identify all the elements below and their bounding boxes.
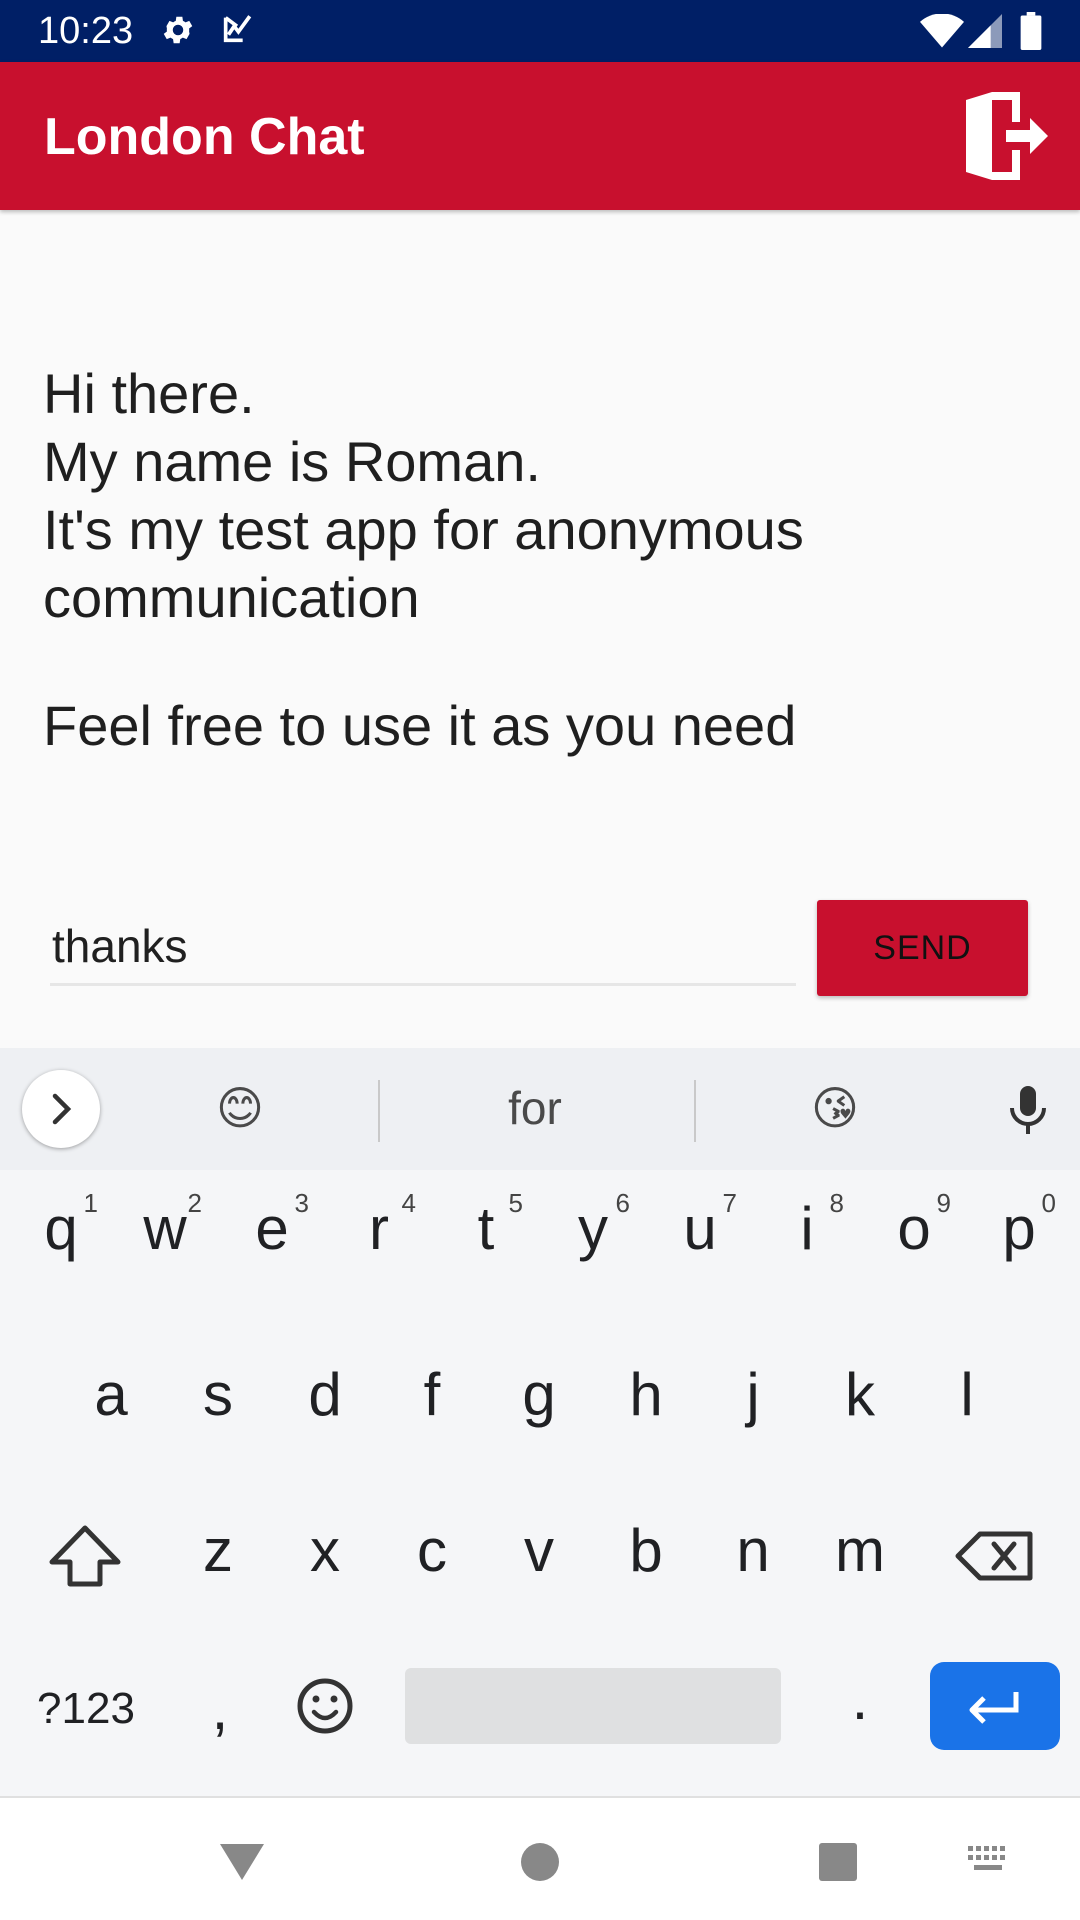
send-button[interactable]: SEND: [817, 900, 1028, 996]
message-line: It's my test app for anonymous: [43, 498, 804, 561]
backspace-icon: [955, 1531, 1033, 1581]
suggestion-strip: 😊 for 😘: [0, 1048, 1080, 1170]
app-title: London Chat: [44, 108, 365, 166]
key-f[interactable]: f: [389, 1360, 475, 1440]
return-icon: [969, 1692, 1019, 1724]
key-j[interactable]: j: [710, 1360, 796, 1440]
screen: 10:23 London Chat Hi there. My name is R…: [0, 0, 1080, 1920]
enter-key[interactable]: [930, 1662, 1060, 1750]
app-bar: London Chat: [0, 62, 1080, 210]
key-q[interactable]: 1q: [18, 1188, 104, 1294]
suggestion-emoji-smile[interactable]: 😊: [180, 1078, 300, 1138]
backspace-key[interactable]: [950, 1514, 1040, 1598]
key-a[interactable]: a: [68, 1360, 154, 1440]
comma-key[interactable]: ,: [190, 1674, 250, 1744]
suggestion-divider: [694, 1080, 696, 1142]
home-icon[interactable]: [518, 1840, 562, 1889]
key-w[interactable]: 2w: [122, 1188, 208, 1294]
space-key[interactable]: [405, 1668, 781, 1744]
key-v[interactable]: v: [496, 1516, 582, 1596]
key-g[interactable]: g: [496, 1360, 582, 1440]
checkbox-icon: [220, 12, 254, 51]
key-u[interactable]: 7u: [657, 1188, 743, 1294]
wifi-icon: [920, 13, 964, 53]
back-icon[interactable]: [216, 1840, 268, 1889]
logout-icon: [966, 92, 1048, 180]
signal-icon: [968, 14, 1002, 53]
key-h[interactable]: h: [603, 1360, 689, 1440]
shift-key[interactable]: [40, 1514, 130, 1598]
battery-icon: [1020, 12, 1042, 55]
key-m[interactable]: m: [817, 1516, 903, 1596]
keyboard-switch-icon[interactable]: [966, 1844, 1010, 1883]
expand-toolbar-button[interactable]: [22, 1070, 100, 1148]
status-bar: 10:23: [0, 0, 1080, 62]
key-p[interactable]: 0p: [976, 1188, 1062, 1294]
message-line: Hi there.: [43, 362, 255, 425]
suggestion-emoji-kiss[interactable]: 😘: [775, 1078, 895, 1138]
key-n[interactable]: n: [710, 1516, 796, 1596]
system-nav-bar: [0, 1796, 1080, 1920]
key-e[interactable]: 3e: [229, 1188, 315, 1294]
key-x[interactable]: x: [282, 1516, 368, 1596]
message-line: Feel free to use it as you need: [43, 694, 797, 757]
key-k[interactable]: k: [817, 1360, 903, 1440]
key-r[interactable]: 4r: [336, 1188, 422, 1294]
shift-icon: [49, 1525, 121, 1587]
microphone-icon[interactable]: [1004, 1084, 1052, 1141]
emoji-key[interactable]: [290, 1668, 360, 1744]
suggestion-divider: [378, 1080, 380, 1142]
status-time: 10:23: [38, 10, 134, 52]
logout-button[interactable]: [962, 90, 1050, 182]
key-i[interactable]: 8i: [764, 1188, 850, 1294]
message-line: communication: [43, 566, 420, 629]
message-line: My name is Roman.: [43, 430, 541, 493]
key-s[interactable]: s: [175, 1360, 261, 1440]
symbols-key[interactable]: ?123: [26, 1674, 146, 1744]
emoji-icon: [297, 1678, 353, 1734]
suggestion-word[interactable]: for: [440, 1078, 630, 1138]
recents-icon[interactable]: [816, 1840, 860, 1889]
key-d[interactable]: d: [282, 1360, 368, 1440]
message-input-container: [50, 910, 796, 986]
key-c[interactable]: c: [389, 1516, 475, 1596]
key-l[interactable]: l: [924, 1360, 1010, 1440]
gear-icon: [160, 12, 196, 53]
chevron-right-icon: [52, 1093, 72, 1125]
message-input[interactable]: [50, 910, 796, 982]
key-z[interactable]: z: [175, 1516, 261, 1596]
message-area: Hi there. My name is Roman. It's my test…: [43, 360, 1033, 760]
key-b[interactable]: b: [603, 1516, 689, 1596]
key-t[interactable]: 5t: [443, 1188, 529, 1294]
key-o[interactable]: 9o: [871, 1188, 957, 1294]
key-y[interactable]: 6y: [550, 1188, 636, 1294]
period-key[interactable]: .: [830, 1664, 890, 1734]
